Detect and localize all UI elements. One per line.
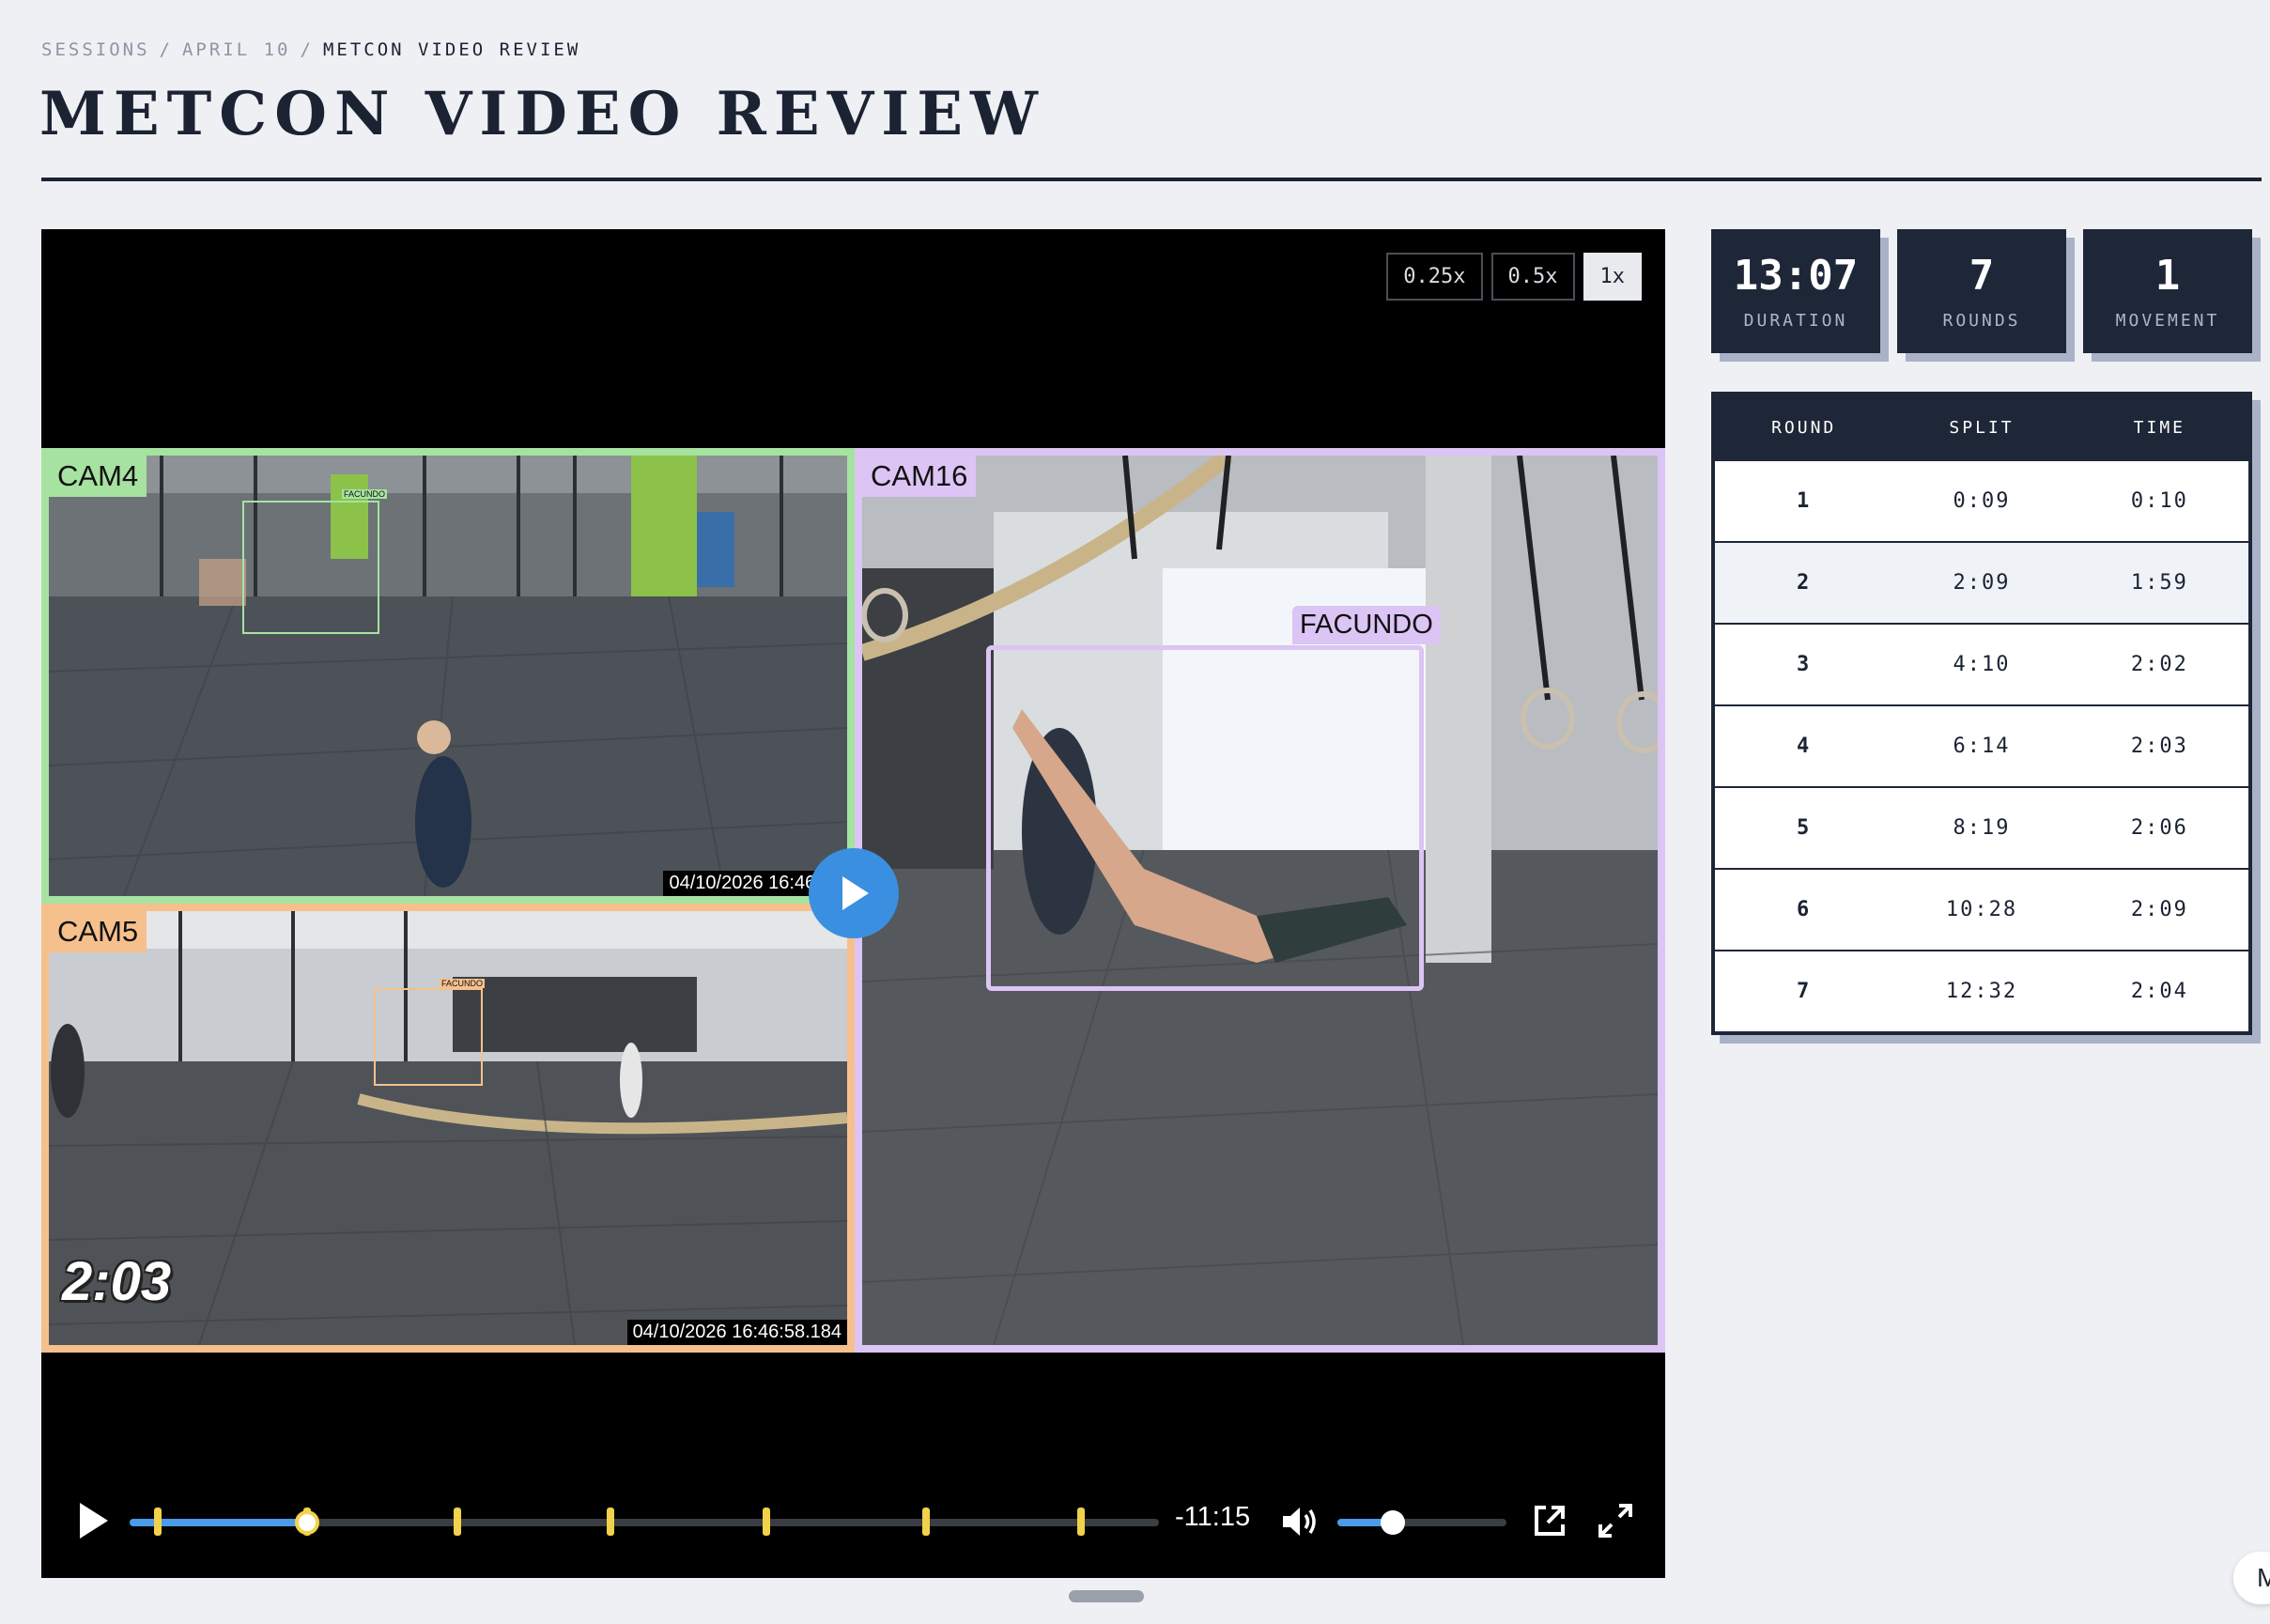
table-row[interactable]: 3 4:10 2:02: [1715, 623, 2248, 704]
round-marker[interactable]: [606, 1508, 614, 1536]
column-header-time: TIME: [2133, 417, 2185, 438]
round-marker[interactable]: [922, 1508, 931, 1536]
split-time: 8:19: [1953, 816, 2011, 840]
table-row[interactable]: 7 12:32 2:04: [1715, 950, 2248, 1031]
breadcrumb-separator: /: [159, 39, 173, 60]
video-frame[interactable]: FACUNDO CAM4 04/10/2026 16:46:59 FACUNDO…: [41, 448, 1665, 1353]
detection-tag-cam16: FACUNDO: [1292, 606, 1441, 644]
stat-value: 7: [1969, 252, 1995, 300]
page-title: METCON VIDEO REVIEW: [39, 79, 1045, 149]
column-header-round: ROUND: [1771, 417, 1837, 438]
stat-label: MOVEMENT: [2115, 311, 2220, 331]
stat-card-movement: 1 MOVEMENT: [2083, 229, 2252, 353]
round-time: 2:02: [2130, 653, 2188, 676]
split-time: 6:14: [1953, 735, 2011, 758]
breadcrumb-separator: /: [300, 39, 314, 60]
speed-button-0-25x[interactable]: 0.25x: [1386, 253, 1483, 301]
table-row[interactable]: 5 8:19 2:06: [1715, 786, 2248, 868]
play-icon: [842, 876, 869, 910]
stat-card-duration: 13:07 DURATION: [1711, 229, 1880, 353]
volume-icon[interactable]: [1279, 1501, 1320, 1542]
round-number: 2: [1797, 571, 1812, 595]
round-marker[interactable]: [453, 1508, 461, 1536]
stat-label: ROUNDS: [1942, 311, 2021, 331]
round-time: 2:04: [2130, 980, 2188, 1003]
detection-box-cam16: [986, 645, 1424, 991]
stat-value: 1: [2154, 252, 2181, 300]
camera-feed-cam4: FACUNDO CAM4 04/10/2026 16:46:59: [41, 448, 855, 904]
table-row[interactable]: 2 2:09 1:59: [1715, 541, 2248, 623]
round-time: 2:03: [2130, 735, 2188, 758]
table-header: ROUND SPLIT TIME: [1715, 395, 2248, 459]
round-marker[interactable]: [153, 1508, 162, 1536]
detection-box-cam4: [242, 501, 379, 634]
play-icon[interactable]: [74, 1501, 112, 1540]
detection-box-cam5: [374, 988, 483, 1086]
stat-label: DURATION: [1743, 311, 1848, 331]
round-marker[interactable]: [1076, 1508, 1085, 1536]
volume-slider[interactable]: [1337, 1510, 1506, 1535]
round-number: 7: [1797, 980, 1812, 1003]
resize-handle[interactable]: [1069, 1590, 1144, 1602]
player-controls: -11:15: [41, 1483, 1665, 1558]
video-player[interactable]: 0.25x 0.5x 1x FACUNDO CAM4 04/10/2026 16…: [41, 229, 1665, 1578]
split-time: 2:09: [1953, 571, 2011, 595]
time-remaining: -11:15: [1175, 1502, 1251, 1532]
round-splits-table: ROUND SPLIT TIME 1 0:09 0:10 2 2:09 1:59…: [1711, 392, 2252, 1035]
detection-tag-cam5: FACUNDO: [440, 979, 486, 988]
camera-feed-cam16: FACUNDO CAM16: [855, 448, 1665, 1353]
breadcrumb-sessions[interactable]: SESSIONS: [41, 39, 150, 60]
camera-label-cam5: CAM5: [49, 911, 147, 952]
split-time: 12:32: [1945, 980, 2018, 1003]
center-play-button[interactable]: [809, 848, 899, 938]
breadcrumb-current: METCON VIDEO REVIEW: [322, 39, 581, 60]
fullscreen-icon[interactable]: [1597, 1502, 1634, 1539]
split-time: 10:28: [1945, 898, 2018, 921]
progress-handle[interactable]: [294, 1510, 319, 1535]
camera-timestamp-cam5: 04/10/2026 16:46:58.184: [626, 1320, 847, 1345]
split-time: 0:09: [1953, 489, 2011, 513]
floating-action-button[interactable]: M: [2233, 1552, 2270, 1604]
progress-scrubber[interactable]: [130, 1508, 1159, 1536]
popout-icon[interactable]: [1531, 1502, 1568, 1539]
table-row[interactable]: 1 0:09 0:10: [1715, 459, 2248, 541]
speed-button-0-5x[interactable]: 0.5x: [1490, 253, 1575, 301]
speed-button-1x[interactable]: 1x: [1583, 253, 1642, 301]
column-header-split: SPLIT: [1949, 417, 2015, 438]
playback-speed-group: 0.25x 0.5x 1x: [1386, 253, 1642, 301]
stat-value: 13:07: [1733, 252, 1859, 300]
round-number: 1: [1797, 489, 1812, 513]
round-number: 6: [1797, 898, 1812, 921]
round-time: 0:10: [2130, 489, 2188, 513]
title-divider: [41, 178, 2262, 181]
round-time: 2:06: [2130, 816, 2188, 840]
camera-label-cam4: CAM4: [49, 456, 147, 497]
table-row[interactable]: 4 6:14 2:03: [1715, 704, 2248, 786]
round-time: 2:09: [2130, 898, 2188, 921]
split-time: 4:10: [1953, 653, 2011, 676]
breadcrumb: SESSIONS / APRIL 10 / METCON VIDEO REVIE…: [41, 39, 580, 60]
volume-handle[interactable]: [1381, 1510, 1406, 1535]
camera-label-cam16: CAM16: [862, 456, 977, 497]
table-row[interactable]: 6 10:28 2:09: [1715, 868, 2248, 950]
round-number: 3: [1797, 653, 1812, 676]
round-marker[interactable]: [763, 1508, 771, 1536]
cam4-scene: [49, 456, 847, 896]
stat-card-rounds: 7 ROUNDS: [1897, 229, 2066, 353]
round-number: 4: [1797, 735, 1812, 758]
round-time: 1:59: [2130, 571, 2188, 595]
round-number: 5: [1797, 816, 1812, 840]
round-time-overlay: 2:03: [62, 1251, 172, 1312]
breadcrumb-date[interactable]: APRIL 10: [182, 39, 291, 60]
session-stats: 13:07 DURATION 7 ROUNDS 1 MOVEMENT: [1711, 229, 2252, 353]
detection-tag-cam4: FACUNDO: [342, 489, 388, 499]
camera-feed-cam5: FACUNDO CAM5 2:03 04/10/2026 16:46:58.18…: [41, 904, 855, 1353]
